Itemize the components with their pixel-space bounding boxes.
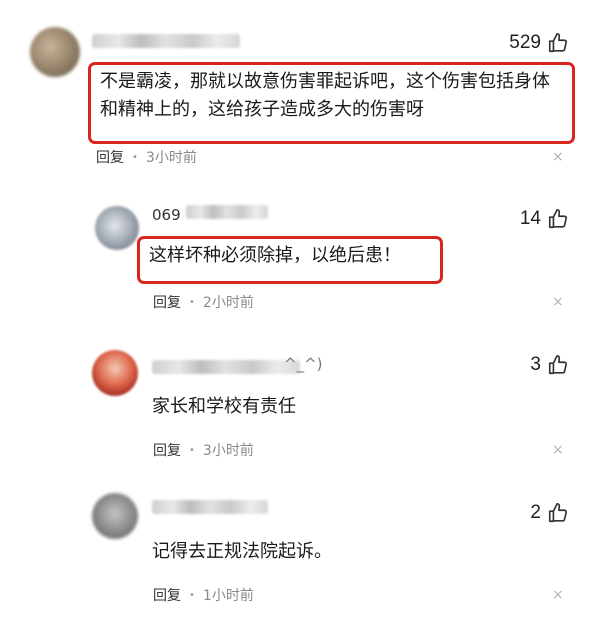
comment-meta: 回复 • 2小时前	[153, 292, 254, 312]
close-icon[interactable]: ×	[552, 149, 564, 165]
username-blurred[interactable]	[92, 34, 240, 48]
thumbs-up-icon[interactable]	[547, 208, 569, 230]
timestamp: 1小时前	[202, 588, 254, 604]
thumbs-up-icon[interactable]	[547, 354, 569, 376]
separator-dot: •	[189, 296, 195, 308]
avatar[interactable]	[95, 206, 139, 250]
like-count: 529	[509, 32, 541, 53]
comment-meta: 回复 • 3小时前	[96, 147, 197, 167]
close-icon[interactable]: ×	[552, 442, 564, 458]
reply-button[interactable]: 回复	[153, 292, 181, 312]
timestamp: 3小时前	[202, 443, 254, 459]
username-blurred[interactable]	[152, 500, 268, 514]
like-count: 14	[519, 208, 541, 229]
comment-text: 家长和学校有责任	[152, 396, 296, 417]
username-blurred[interactable]	[186, 205, 268, 219]
highlighted-comment-box: 不是霸凌，那就以故意伤害罪起诉吧，这个伤害包括身体和精神上的，这给孩子造成多大的…	[88, 62, 575, 144]
like-group[interactable]: 2	[530, 502, 569, 524]
close-icon[interactable]: ×	[552, 294, 564, 310]
comment-text: 记得去正规法院起诉。	[152, 541, 332, 562]
username-blurred[interactable]	[152, 360, 300, 374]
comment-text: 不是霸凌，那就以故意伤害罪起诉吧，这个伤害包括身体和精神上的，这给孩子造成多大的…	[100, 71, 550, 120]
reply-button[interactable]: 回复	[96, 147, 124, 167]
reply-button[interactable]: 回复	[153, 440, 181, 460]
separator-dot: •	[132, 151, 138, 163]
username[interactable]: 069	[152, 206, 181, 224]
thumbs-up-icon[interactable]	[547, 32, 569, 54]
highlighted-comment-box: 这样坏种必须除掉，以绝后患！	[137, 236, 443, 284]
thumbs-up-icon[interactable]	[547, 502, 569, 524]
like-group[interactable]: 3	[530, 354, 569, 376]
avatar[interactable]	[30, 27, 80, 77]
like-count: 2	[530, 502, 541, 523]
timestamp: 3小时前	[145, 150, 197, 166]
comment-meta: 回复 • 3小时前	[153, 440, 254, 460]
separator-dot: •	[189, 589, 195, 601]
username[interactable]: ^_^)	[284, 355, 323, 373]
like-group[interactable]: 529	[509, 32, 569, 54]
comment-text: 这样坏种必须除掉，以绝后患！	[149, 245, 401, 266]
avatar[interactable]	[92, 350, 138, 396]
close-icon[interactable]: ×	[552, 587, 564, 603]
reply-button[interactable]: 回复	[153, 585, 181, 605]
timestamp: 2小时前	[202, 295, 254, 311]
separator-dot: •	[189, 444, 195, 456]
comment-meta: 回复 • 1小时前	[153, 585, 254, 605]
like-group[interactable]: 14	[520, 208, 569, 230]
avatar[interactable]	[92, 493, 138, 539]
like-count: 3	[530, 354, 541, 375]
